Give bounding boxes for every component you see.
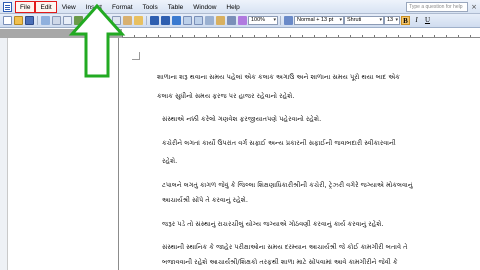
styles-pane-icon[interactable] [284, 16, 293, 25]
word-document-icon[interactable] [3, 1, 12, 12]
toolbar-separator [280, 16, 281, 25]
show-hide-icon[interactable] [238, 16, 247, 25]
bold-icon[interactable]: B [401, 16, 410, 25]
paragraph-line[interactable]: શાળાના શરૂ થવાના સમય પહેલાં એક કલાક અગાઉ… [157, 70, 473, 85]
open-folder-icon[interactable] [14, 16, 23, 25]
excel-table-icon[interactable] [194, 16, 203, 25]
undo-icon[interactable] [150, 16, 159, 25]
paragraph-line[interactable]: રહેશે. [162, 154, 478, 169]
format-painter-icon[interactable] [134, 16, 143, 25]
new-document-icon[interactable] [3, 16, 12, 25]
margin-corner-mark [132, 52, 140, 60]
style-select[interactable]: Normal + 13 pt [294, 16, 344, 25]
horizontal-ruler[interactable] [122, 29, 480, 38]
paragraph-line[interactable]: જરૂર પડે તો સંસ્થાનું રાચરચીલું યોગ્ય જગ… [162, 217, 478, 232]
paragraph-line[interactable]: કચેરીને લગતાં કાર્યો ઉપરાંત વર્ગ સફાઈ અન… [162, 136, 478, 151]
menu-file[interactable]: File [15, 0, 36, 13]
paragraph-line[interactable]: ટપાલને લગતું કાગળ જેવું કે જિલ્લા શિક્ષણ… [162, 178, 478, 193]
menu-tools[interactable]: Tools [138, 1, 163, 13]
paragraph-line[interactable]: સંસ્થાની સ્થાનિક કે જાહેર પરીક્ષાઓના સમય… [162, 240, 478, 255]
paragraph-line[interactable]: સંસ્થાએ નક્કી કરેલો ગણવેશ ફરજીયાતપણે પહે… [162, 112, 478, 127]
font-size-select[interactable]: 13 [384, 16, 400, 25]
print-icon[interactable] [52, 16, 61, 25]
menu-window[interactable]: Window [188, 1, 221, 13]
close-document-icon[interactable]: × [468, 3, 480, 11]
drawing-icon[interactable] [216, 16, 225, 25]
green-up-arrow-icon [68, 3, 126, 78]
font-select[interactable]: Shruti [344, 16, 384, 25]
paragraph-line[interactable]: આચાર્યશ્રી સોંપે તે કરવાનું રહેશે. [162, 193, 478, 208]
zoom-select[interactable]: 100% [248, 16, 278, 25]
menu-table[interactable]: Table [163, 1, 189, 13]
underline-icon[interactable]: U [423, 16, 432, 25]
redo-icon[interactable] [161, 16, 170, 25]
menu-edit[interactable]: Edit [35, 0, 57, 13]
table-icon[interactable] [183, 16, 192, 25]
hyperlink-icon[interactable] [172, 16, 181, 25]
toolbar-separator [146, 16, 147, 25]
menu-right-area: Type a question for help × [406, 0, 480, 14]
toolbar-separator [37, 16, 38, 25]
save-icon[interactable] [25, 16, 34, 25]
permission-icon[interactable] [41, 16, 50, 25]
help-search-input[interactable]: Type a question for help [406, 1, 469, 12]
paragraph-line[interactable]: બજાવવાની રહેશે આચાર્યશ્રી/શિક્ષકો તરફથી … [162, 255, 478, 270]
columns-icon[interactable] [205, 16, 214, 25]
italic-icon[interactable]: I [412, 16, 421, 25]
paste-icon[interactable] [123, 16, 132, 25]
paragraph-line[interactable]: કલાક સુધીનો સમય ફરજ પર હાજર રહેવાનો રહેશ… [157, 89, 473, 104]
menu-help[interactable]: Help [221, 1, 244, 13]
document-map-icon[interactable] [227, 16, 236, 25]
vertical-ruler[interactable] [0, 38, 8, 270]
